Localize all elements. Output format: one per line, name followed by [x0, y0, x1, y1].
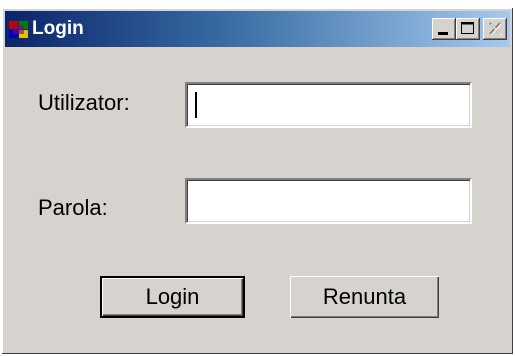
username-input[interactable]: [185, 82, 472, 128]
text-caret: [195, 92, 197, 118]
app-icon: [9, 21, 28, 38]
close-icon: [489, 22, 502, 36]
password-input[interactable]: [185, 178, 472, 224]
password-label: Parola:: [38, 195, 108, 220]
window-title: Login: [32, 18, 84, 39]
maximize-button[interactable]: [456, 18, 480, 40]
cancel-button[interactable]: Renunta: [290, 276, 439, 318]
close-button[interactable]: [483, 18, 507, 40]
minimize-button[interactable]: [432, 18, 456, 40]
title-bar[interactable]: Login: [5, 11, 510, 47]
username-label: Utilizator:: [38, 90, 130, 115]
login-button[interactable]: Login: [100, 276, 245, 318]
minimize-icon: [438, 32, 448, 35]
maximize-icon: [461, 22, 474, 34]
